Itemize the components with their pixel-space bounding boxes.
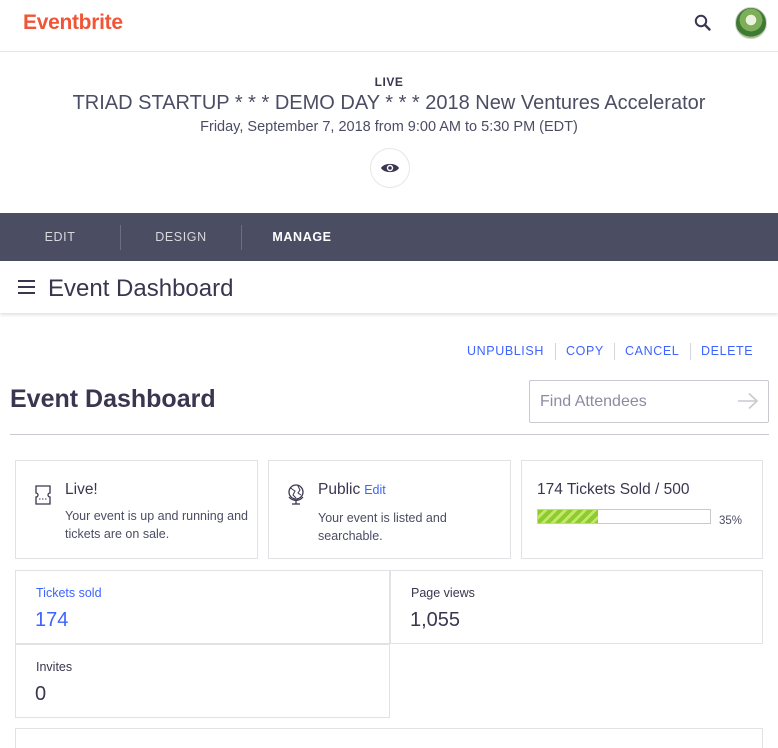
event-header: LIVE TRIAD STARTUP * * * DEMO DAY * * * … [0,53,778,213]
tab-edit[interactable]: EDIT [0,213,120,261]
stat-value: 1,055 [410,609,461,631]
find-attendees-field [529,380,769,423]
delete-button[interactable]: DELETE [701,344,753,358]
stat-value: 0 [35,683,47,705]
live-card: Live! Your event is up and running and t… [15,460,258,559]
stat-page-views[interactable]: Page views 1,055 [390,570,763,644]
unpublish-button[interactable]: UNPUBLISH [467,344,544,358]
event-date: Friday, September 7, 2018 from 9:00 AM t… [200,119,578,135]
edit-visibility-link[interactable]: Edit [364,483,386,497]
search-icon[interactable] [692,12,714,34]
tickets-progress-label: 35% [719,515,743,527]
globe-icon [286,483,306,510]
tickets-card: 174 Tickets Sold / 500 35% [521,460,763,559]
sub-header-title: Event Dashboard [48,275,234,302]
tab-design[interactable]: DESIGN [121,213,241,261]
stat-label: Page views [411,586,475,600]
public-card-text: Your event is listed and searchable. [318,511,447,543]
preview-button[interactable] [370,148,410,188]
tickets-progress-fill [538,510,599,523]
event-status: LIVE [374,75,404,89]
live-card-text: Your event is up and running and tickets… [65,509,249,541]
stat-tickets-sold[interactable]: Tickets sold 174 [15,570,390,644]
tickets-progress-bar [537,509,711,524]
find-attendees-input[interactable] [530,381,730,422]
action-divider [614,343,615,360]
stat-label: Invites [36,660,73,674]
top-bar: Eventbrite [0,0,778,52]
next-panel [15,728,763,748]
copy-button[interactable]: COPY [566,344,604,358]
action-divider [555,343,556,360]
public-card-title: Public Edit [318,481,386,499]
eye-icon [381,163,399,173]
user-avatar[interactable] [735,7,767,39]
event-actions: UNPUBLISH COPY CANCEL DELETE [0,343,778,360]
action-divider [690,343,691,360]
ticket-icon [34,485,52,510]
cancel-button[interactable]: CANCEL [625,344,679,358]
live-card-title: Live! [65,481,98,498]
dashboard-heading: Event Dashboard [10,385,216,413]
public-card-label: Public [318,481,361,498]
stat-value: 174 [35,609,69,631]
tab-bar: EDIT DESIGN MANAGE [0,213,778,261]
tickets-card-title: 174 Tickets Sold / 500 [537,481,690,498]
hamburger-icon[interactable] [18,280,35,294]
eventbrite-logo[interactable]: Eventbrite [23,11,123,35]
event-title: TRIAD STARTUP * * * DEMO DAY * * * 2018 … [72,92,706,114]
public-card: Public Edit Your event is listed and sear… [268,460,511,559]
sub-header: Event Dashboard [0,261,778,313]
tab-manage[interactable]: MANAGE [242,213,362,261]
stat-invites[interactable]: Invites 0 [15,644,390,718]
stat-label: Tickets sold [36,586,102,600]
arrow-right-icon[interactable] [736,391,760,411]
heading-divider [10,434,769,435]
